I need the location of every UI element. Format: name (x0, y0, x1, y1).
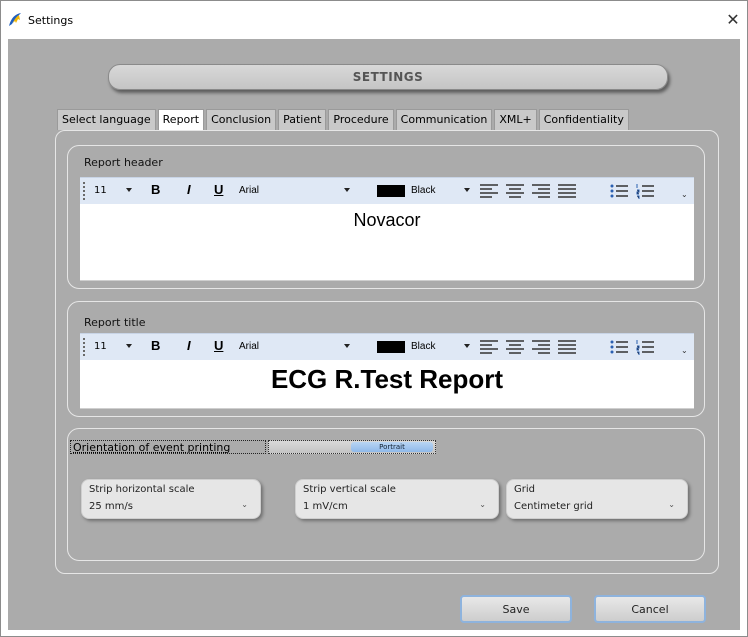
toolbar-overflow-icon[interactable]: ⌄ (681, 346, 688, 355)
save-button[interactable]: Save (460, 595, 572, 623)
report-title-label: Report title (84, 316, 146, 329)
report-title-text: ECG R.Test Report (270, 364, 504, 394)
tab-conclusion[interactable]: Conclusion (206, 109, 277, 130)
toolbar-grip[interactable] (83, 182, 87, 200)
grid-label: Grid (514, 484, 535, 495)
tab-patient[interactable]: Patient (278, 109, 327, 130)
grid-select[interactable]: Grid Centimeter grid ⌄ (506, 479, 688, 519)
bullet-list-icon[interactable] (610, 183, 628, 199)
lightning-feather-icon (9, 13, 21, 26)
color-swatch[interactable] (377, 185, 405, 197)
report-header-toolbar: 11 B I U Arial Black ⌄ (80, 177, 694, 204)
italic-button[interactable]: I (187, 338, 191, 353)
settings-window: Settings ✕ SETTINGS Select language Repo… (0, 0, 748, 637)
report-header-label: Report header (84, 156, 163, 169)
underline-button[interactable]: U (214, 182, 223, 197)
tab-bar: Select language Report Conclusion Patien… (57, 109, 631, 131)
font-color-value[interactable]: Black (411, 341, 435, 352)
font-size-value[interactable]: 11 (94, 185, 107, 196)
strip-horizontal-scale-select[interactable]: Strip horizontal scale 25 mm/s ⌄ (81, 479, 261, 519)
font-size-dropdown-icon[interactable] (126, 188, 132, 192)
numbered-list-icon[interactable] (636, 339, 654, 355)
strip-vertical-scale-label: Strip vertical scale (303, 484, 396, 495)
report-header-editor[interactable]: Novacor (80, 204, 694, 281)
italic-button[interactable]: I (187, 182, 191, 197)
tab-confidentiality[interactable]: Confidentiality (538, 109, 629, 130)
report-title-toolbar: 11 B I U Arial Black ⌄ (80, 333, 694, 360)
tab-select-language[interactable]: Select language (57, 109, 156, 130)
align-center-icon[interactable] (506, 184, 524, 198)
numbered-list-icon[interactable] (636, 183, 654, 199)
strip-horizontal-scale-value: 25 mm/s (89, 501, 133, 512)
title-bar: Settings ✕ (1, 1, 747, 39)
tab-communication[interactable]: Communication (395, 109, 493, 130)
font-size-dropdown-icon[interactable] (126, 344, 132, 348)
settings-client-area: SETTINGS Select language Report Conclusi… (8, 39, 740, 630)
font-color-value[interactable]: Black (411, 185, 435, 196)
tab-procedure[interactable]: Procedure (328, 109, 394, 130)
bold-button[interactable]: B (151, 338, 160, 353)
grid-value: Centimeter grid (514, 501, 594, 512)
align-right-icon[interactable] (532, 340, 550, 354)
close-icon[interactable]: ✕ (723, 10, 743, 30)
tab-xml-plus[interactable]: XML+ (494, 109, 537, 130)
bold-button[interactable]: B (151, 182, 160, 197)
color-swatch[interactable] (377, 341, 405, 353)
font-color-dropdown-icon[interactable] (464, 344, 470, 348)
toolbar-overflow-icon[interactable]: ⌄ (681, 190, 688, 199)
orientation-label: Orientation of event printing (70, 440, 266, 454)
settings-header: SETTINGS (108, 64, 668, 90)
font-name-value[interactable]: Arial (239, 185, 259, 196)
underline-button[interactable]: U (214, 338, 223, 353)
font-size-value[interactable]: 11 (94, 341, 107, 352)
font-name-dropdown-icon[interactable] (344, 188, 350, 192)
cancel-button[interactable]: Cancel (594, 595, 706, 623)
chevron-down-icon: ⌄ (668, 500, 675, 509)
align-left-icon[interactable] (480, 184, 498, 198)
tab-report[interactable]: Report (157, 109, 205, 131)
align-justify-icon[interactable] (558, 340, 576, 354)
align-right-icon[interactable] (532, 184, 550, 198)
toolbar-grip[interactable] (83, 338, 87, 356)
align-left-icon[interactable] (480, 340, 498, 354)
orientation-toggle[interactable]: Portrait (268, 440, 436, 454)
font-name-value[interactable]: Arial (239, 341, 259, 352)
align-justify-icon[interactable] (558, 184, 576, 198)
strip-horizontal-scale-label: Strip horizontal scale (89, 484, 195, 495)
align-center-icon[interactable] (506, 340, 524, 354)
chevron-down-icon: ⌄ (241, 500, 248, 509)
report-header-text: Novacor (353, 210, 421, 230)
strip-vertical-scale-select[interactable]: Strip vertical scale 1 mV/cm ⌄ (295, 479, 499, 519)
font-name-dropdown-icon[interactable] (344, 344, 350, 348)
orientation-value: Portrait (351, 442, 433, 452)
window-title: Settings (28, 14, 74, 27)
bullet-list-icon[interactable] (610, 339, 628, 355)
chevron-down-icon: ⌄ (479, 500, 486, 509)
report-title-editor[interactable]: ECG R.Test Report (80, 360, 694, 409)
font-color-dropdown-icon[interactable] (464, 188, 470, 192)
strip-vertical-scale-value: 1 mV/cm (303, 501, 348, 512)
